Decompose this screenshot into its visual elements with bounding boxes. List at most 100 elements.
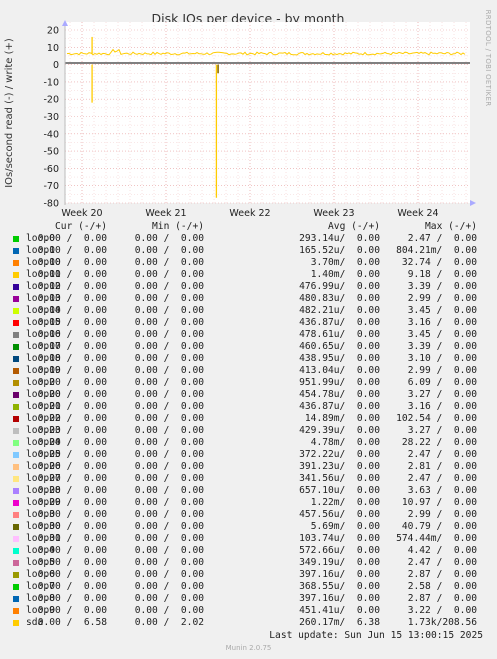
legend-row: loop23 0.00 / 0.00 0.00 / 0.00 429.39u/ 0.0… [0,425,497,437]
legend-swatch [13,296,19,302]
legend-row: loop12 0.00 / 0.00 0.00 / 0.00 476.99u/ 0.0… [0,281,497,293]
legend-row: loop5 0.00 / 0.00 0.00 / 0.00 349.19u/ 0.00… [0,557,497,569]
legend-avg: 454.78u/ 0.00 [299,389,380,400]
legend-max: 28.22 / 0.00 [401,437,477,448]
legend-cur: 0.00 / 0.00 [37,581,107,592]
legend-cur: 0.00 / 0.00 [37,365,107,376]
legend-row: loop14 0.00 / 0.00 0.00 / 0.00 482.21u/ 0.0… [0,305,497,317]
legend-swatch [13,488,19,494]
legend-swatch [13,428,19,434]
legend-avg: 457.56u/ 0.00 [299,509,380,520]
legend-row: loop26 0.00 / 0.00 0.00 / 0.00 391.23u/ 0.0… [0,461,497,473]
legend-cur: 0.00 / 0.00 [37,389,107,400]
legend-avg: 1.40m/ 0.00 [310,269,380,280]
legend-avg: 391.23u/ 0.00 [299,461,380,472]
legend-swatch [13,440,19,446]
legend-min: 0.00 / 0.00 [134,593,204,604]
x-tick-label: Week 21 [145,208,186,219]
chart: Disk IOs per device - by month 20100-10-… [4,10,492,219]
legend-swatch [13,356,19,362]
legend-cur: 0.00 / 0.00 [37,257,107,268]
legend-avg: 482.21u/ 0.00 [299,305,380,316]
legend-min: 0.00 / 0.00 [134,269,204,280]
legend-cur: 0.00 / 0.00 [37,449,107,460]
legend-row: loop1 0.00 / 0.00 0.00 / 0.00 165.52u/ 0.00… [0,245,497,257]
legend-cur: 0.00 / 0.00 [37,245,107,256]
legend-cur: 0.00 / 0.00 [37,593,107,604]
legend-avg: 657.10u/ 0.00 [299,485,380,496]
legend-min: 0.00 / 0.00 [134,377,204,388]
legend-row: loop9 0.00 / 0.00 0.00 / 0.00 451.41u/ 0.00… [0,605,497,617]
legend-swatch [13,284,19,290]
legend-min: 0.00 / 0.00 [134,485,204,496]
legend-avg: 476.99u/ 0.00 [299,281,380,292]
legend-cur: 0.00 / 0.00 [37,329,107,340]
legend-avg: 5.69m/ 0.00 [310,521,380,532]
legend-row: loop4 0.00 / 0.00 0.00 / 0.00 572.66u/ 0.00… [0,545,497,557]
legend-row: loop27 0.00 / 0.00 0.00 / 0.00 341.56u/ 0.0… [0,473,497,485]
legend-min: 0.00 / 0.00 [134,389,204,400]
legend-cur: 0.00 / 0.00 [37,281,107,292]
legend-avg: 4.78m/ 0.00 [310,437,380,448]
legend-row: loop31 0.00 / 0.00 0.00 / 0.00 103.74u/ 0.0… [0,533,497,545]
legend-max: 574.44m/ 0.00 [396,533,477,544]
legend-avg: 293.14u/ 0.00 [299,233,380,244]
legend-row: loop19 0.00 / 0.00 0.00 / 0.00 413.04u/ 0.0… [0,365,497,377]
legend-row: loop13 0.00 / 0.00 0.00 / 0.00 480.83u/ 0.0… [0,293,497,305]
legend-avg: 372.22u/ 0.00 [299,449,380,460]
y-tick-label: -80 [43,199,59,210]
legend-cur: 0.00 / 0.00 [37,473,107,484]
legend-cur: 0.00 / 0.00 [37,545,107,556]
legend-min: 0.00 / 0.00 [134,305,204,316]
legend-max: 2.99 / 0.00 [407,509,477,520]
legend-swatch [13,368,19,374]
legend-max: 3.63 / 0.00 [407,485,477,496]
legend-min: 0.00 / 0.00 [134,461,204,472]
legend-max: 2.87 / 0.00 [407,593,477,604]
header-min: Min (-/+) [152,221,204,232]
legend-max: 40.79 / 0.00 [401,521,477,532]
legend-max: 3.45 / 0.00 [407,305,477,316]
legend-max: 3.39 / 0.00 [407,341,477,352]
legend-max: 9.18 / 0.00 [407,269,477,280]
legend-min: 0.00 / 0.00 [134,413,204,424]
header-cur: Cur (-/+) [55,221,107,232]
legend-min: 0.00 / 0.00 [134,449,204,460]
legend-min: 0.00 / 0.00 [134,521,204,532]
legend-max: 2.47 / 0.00 [407,449,477,460]
y-tick-label: -70 [43,181,59,192]
legend-cur: 0.00 / 0.00 [37,413,107,424]
legend-swatch [13,416,19,422]
legend-min: 0.00 / 0.00 [134,365,204,376]
legend-min: 0.00 / 0.00 [134,569,204,580]
legend-swatch [13,272,19,278]
legend-row: loop16 0.00 / 0.00 0.00 / 0.00 478.61u/ 0.0… [0,329,497,341]
y-tick-label: -50 [43,147,59,158]
rrdtool-credit: RRDTOOL / TOBI OETIKER [484,10,492,107]
y-tick-label: -40 [43,129,59,140]
legend-swatch [13,500,19,506]
legend-avg: 438.95u/ 0.00 [299,353,380,364]
legend-row: loop3 0.00 / 0.00 0.00 / 0.00 457.56u/ 0.00… [0,509,497,521]
legend-row: loop22 0.00 / 0.00 0.00 / 0.00 14.89m/ 0.00… [0,413,497,425]
legend-row: loop17 0.00 / 0.00 0.00 / 0.00 460.65u/ 0.0… [0,341,497,353]
legend-max: 3.39 / 0.00 [407,281,477,292]
legend-cur: 0.00 / 0.00 [37,305,107,316]
legend-min: 0.00 / 0.00 [134,353,204,364]
x-axis-ticks: Week 20 Week 21 Week 22 Week 23 Week 24 [61,208,438,219]
y-axis-label: IOs/second read (-) / write (+) [4,38,15,188]
legend-max: 32.74 / 0.00 [401,257,477,268]
legend-row: loop10 0.00 / 0.00 0.00 / 0.00 3.70m/ 0.00 3… [0,257,497,269]
legend-avg: 397.16u/ 0.00 [299,569,380,580]
y-tick-label: 20 [47,26,59,37]
legend-row: loop2 0.00 / 0.00 0.00 / 0.00 951.99u/ 0.00… [0,377,497,389]
legend-cur: 0.00 / 0.00 [37,461,107,472]
legend-min: 0.00 / 0.00 [134,257,204,268]
legend-swatch [13,560,19,566]
legend-swatch [13,332,19,338]
legend-max: 2.47 / 0.00 [407,557,477,568]
legend-min: 0.00 / 2.02 [134,617,204,628]
legend-min: 0.00 / 0.00 [134,341,204,352]
legend-avg: 951.99u/ 0.00 [299,377,380,388]
legend-swatch [13,452,19,458]
